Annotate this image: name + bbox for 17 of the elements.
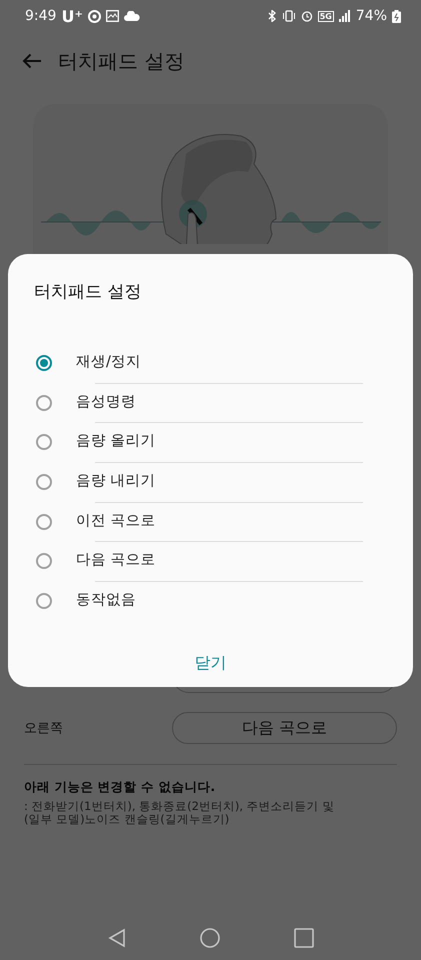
- carrier-label: U⁺: [61, 6, 83, 26]
- option-label[interactable]: 음성명령: [76, 382, 382, 422]
- network-type: 5G: [318, 10, 334, 22]
- battery-percent: 74%: [356, 8, 387, 24]
- option-label[interactable]: 다음 곡으로: [76, 541, 382, 582]
- note-text: : 전화받기(1번터치), 통화종료(2번터치), 주변소리듣기 및 (일부 모델)노이즈 캔슬링(길게누르기): [24, 800, 336, 826]
- option-label[interactable]: 동작없음: [76, 581, 382, 621]
- option-label[interactable]: 음량 내리기: [76, 462, 382, 502]
- option-label[interactable]: 음량 올리기: [76, 422, 382, 462]
- status-time: 9:49: [25, 8, 56, 24]
- option-label[interactable]: 재생/정지: [76, 343, 382, 383]
- dialog-title: 터치패드 설정: [34, 281, 142, 304]
- close-button[interactable]: 닫기: [184, 648, 236, 678]
- setting-label: 오른쪽: [24, 720, 64, 737]
- option-label[interactable]: 이전 곡으로: [76, 502, 382, 542]
- page-title: 터치패드 설정: [58, 48, 184, 74]
- note-title: 아래 기능은 변경할 수 없습니다.: [24, 779, 216, 796]
